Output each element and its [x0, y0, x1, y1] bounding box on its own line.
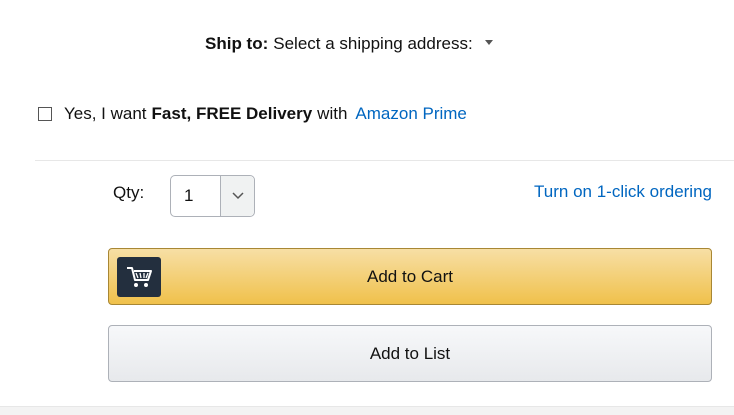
shipping-address-dropdown[interactable]: Select a shipping address: [273, 34, 472, 54]
add-to-cart-button[interactable]: Add to Cart [108, 248, 712, 305]
one-click-ordering-link[interactable]: Turn on 1-click ordering [534, 180, 712, 204]
prime-text-bold: Fast, FREE Delivery [151, 104, 313, 123]
quantity-value: 1 [184, 186, 194, 205]
prime-text-before: Yes, I want [64, 104, 147, 123]
add-to-list-button[interactable]: Add to List [108, 325, 712, 382]
quantity-label: Qty: [113, 183, 145, 202]
add-to-cart-label: Add to Cart [367, 266, 453, 286]
divider [35, 160, 734, 161]
triangle-down-icon[interactable] [484, 39, 493, 45]
prime-text-after: with [317, 104, 348, 123]
prime-delivery-row: Yes, I want Fast, FREE Delivery with Ama… [38, 100, 467, 128]
ship-to-label: Ship to: [205, 34, 269, 53]
chevron-down-icon[interactable] [220, 176, 254, 216]
cart-icon [117, 257, 161, 297]
prime-checkbox[interactable] [38, 107, 52, 121]
quantity-select[interactable]: 1 [170, 175, 255, 217]
add-to-list-label: Add to List [369, 343, 451, 363]
ship-to-row: Ship to: Select a shipping address: [205, 32, 493, 56]
amazon-prime-link[interactable]: Amazon Prime [355, 104, 466, 124]
